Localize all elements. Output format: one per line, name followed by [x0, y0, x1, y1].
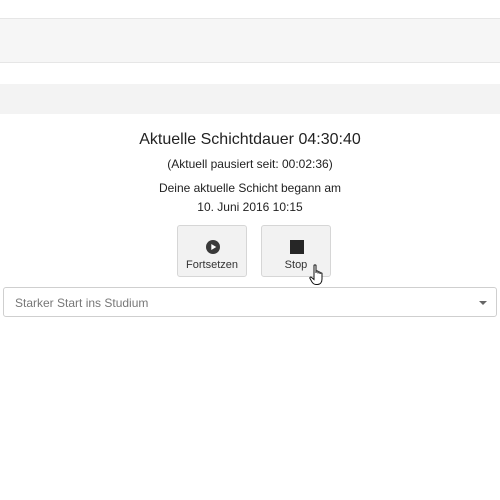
shift-began-label: Deine aktuelle Schicht begann am	[158, 181, 342, 195]
project-select[interactable]: Starker Start ins Studium	[3, 287, 497, 317]
hand-cursor-icon	[309, 264, 323, 285]
paused-since: (Aktuell pausiert seit: 00:02:36)	[167, 157, 333, 171]
sub-header-bar	[0, 84, 500, 114]
play-icon	[206, 240, 220, 254]
chevron-down-icon	[479, 301, 487, 305]
shift-began-date: 10. Juni 2016 10:15	[197, 200, 303, 214]
stop-icon	[290, 240, 304, 254]
resume-button[interactable]: Fortsetzen	[177, 225, 247, 277]
resume-button-label: Fortsetzen	[186, 259, 238, 271]
project-select-value: Starker Start ins Studium	[15, 296, 149, 310]
top-navbar	[0, 18, 500, 63]
shift-duration: Aktuelle Schichtdauer 04:30:40	[139, 131, 361, 148]
